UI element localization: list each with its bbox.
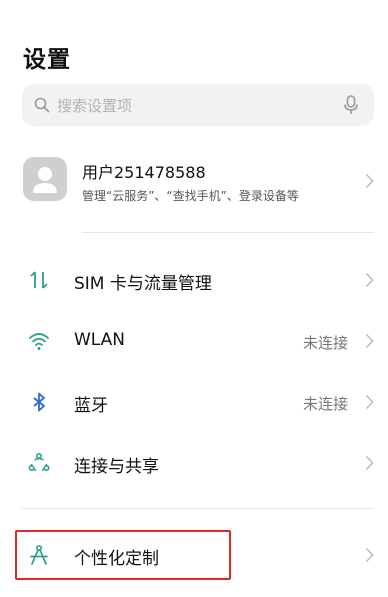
search-placeholder: 搜索设置项 [57, 97, 133, 115]
account-row[interactable]: 用户251478588 管理“云服务”、“查找手机”、登录设备等 [0, 150, 388, 216]
settings-item-connection-share[interactable]: 连接与共享 [0, 434, 388, 492]
settings-item-value: 未连接 [302, 334, 348, 352]
search-icon [34, 97, 50, 113]
divider [22, 508, 374, 509]
wifi-icon [29, 333, 49, 350]
chevron-right-icon [365, 173, 374, 189]
search-bar[interactable]: 搜索设置项 [22, 84, 374, 126]
account-subtitle: 管理“云服务”、“查找手机”、登录设备等 [82, 189, 299, 203]
chevron-right-icon [365, 394, 374, 410]
settings-item-label: WLAN [74, 330, 126, 350]
chevron-right-icon [365, 333, 374, 349]
divider [82, 232, 374, 233]
account-name: 用户251478588 [82, 163, 206, 182]
chevron-right-icon [365, 455, 374, 471]
connection-share-icon [28, 452, 50, 472]
page-title: 设置 [23, 47, 71, 73]
settings-item-value: 未连接 [302, 395, 348, 413]
chevron-right-icon [365, 547, 374, 563]
settings-item-wlan[interactable]: WLAN 未连接 [0, 312, 388, 370]
chevron-right-icon [365, 272, 374, 288]
microphone-icon[interactable] [344, 95, 358, 115]
settings-item-bluetooth[interactable]: 蓝牙 未连接 [0, 373, 388, 431]
settings-item-label: SIM 卡与流量管理 [74, 274, 212, 294]
highlight-box [15, 530, 231, 580]
avatar [23, 157, 67, 201]
settings-item-label: 蓝牙 [74, 396, 108, 416]
user-avatar-icon [33, 167, 57, 193]
settings-item-sim[interactable]: SIM 卡与流量管理 [0, 251, 388, 309]
bluetooth-icon [33, 392, 45, 412]
settings-item-label: 连接与共享 [74, 457, 159, 477]
sim-data-icon [30, 271, 48, 289]
